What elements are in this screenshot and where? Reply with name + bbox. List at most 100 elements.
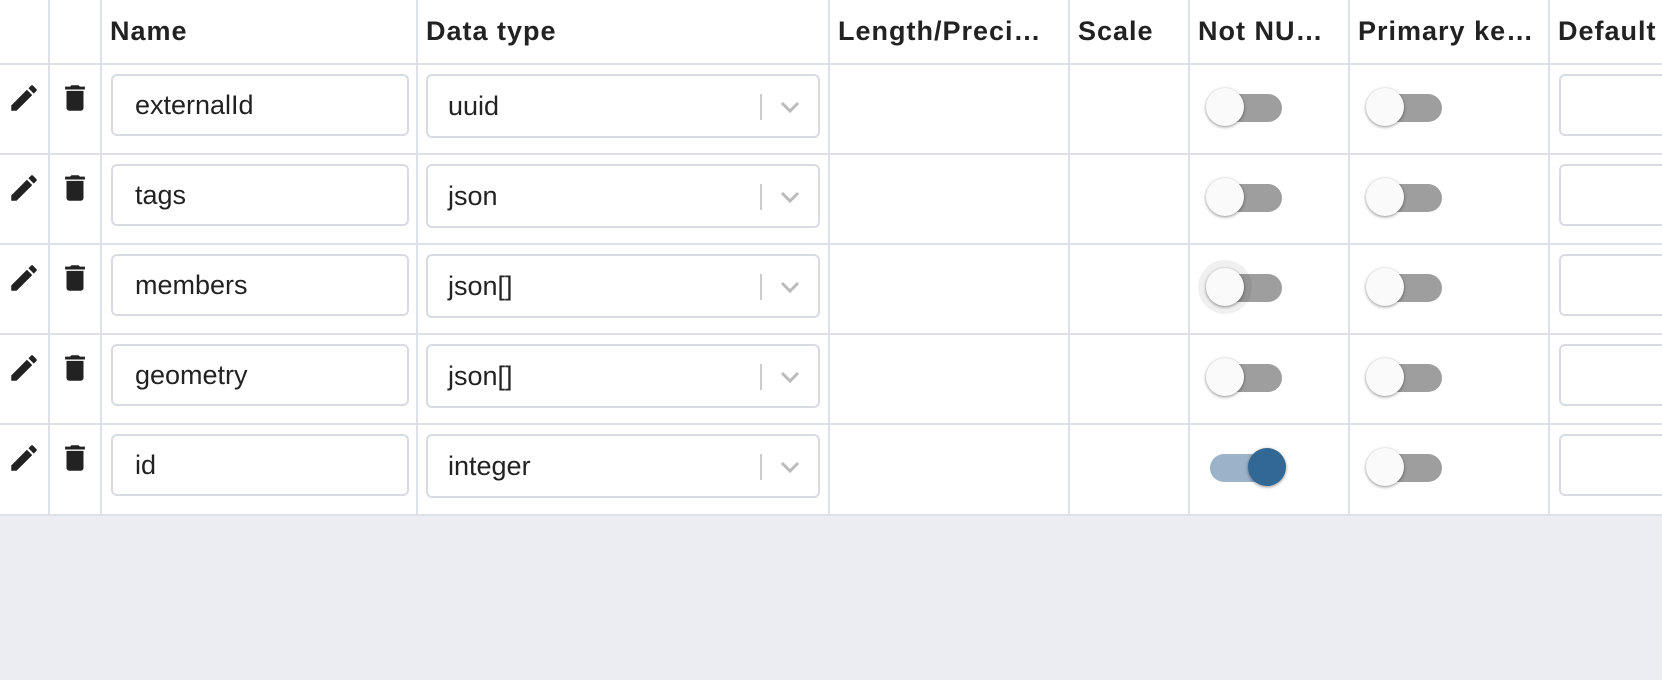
default-value-input[interactable] <box>1559 74 1662 136</box>
not-null-cell <box>1189 64 1350 155</box>
data-type-cell: json[] <box>417 334 830 425</box>
name-cell <box>101 334 418 425</box>
header-edit <box>0 0 50 65</box>
trash-icon[interactable] <box>58 351 92 385</box>
header-scale[interactable]: Scale <box>1069 0 1190 65</box>
chevron-down-icon[interactable] <box>776 456 804 478</box>
column-name-input[interactable] <box>111 74 409 136</box>
length-cell[interactable] <box>829 244 1070 335</box>
header-name[interactable]: Name <box>101 0 418 65</box>
default-value-input[interactable] <box>1559 164 1662 226</box>
scale-cell[interactable] <box>1069 64 1190 155</box>
delete-cell <box>49 334 102 425</box>
column-name-input[interactable] <box>111 434 409 496</box>
column-name-input[interactable] <box>111 164 409 226</box>
data-type-value: json <box>448 181 498 211</box>
default-value-input[interactable] <box>1559 434 1662 496</box>
header-primary-key[interactable]: Primary ke… <box>1349 0 1550 65</box>
edit-cell <box>0 154 50 245</box>
not-null-cell <box>1189 244 1350 335</box>
chevron-down-icon[interactable] <box>776 366 804 388</box>
data-type-cell: integer <box>417 424 830 514</box>
chevron-down-icon[interactable] <box>776 276 804 298</box>
edit-cell <box>0 244 50 335</box>
not-null-toggle[interactable] <box>1206 87 1286 127</box>
name-cell <box>101 424 418 514</box>
data-type-cell: uuid <box>417 64 830 155</box>
length-cell[interactable] <box>829 154 1070 245</box>
select-separator <box>760 94 762 120</box>
primary-key-cell <box>1349 64 1550 155</box>
not-null-toggle[interactable] <box>1206 447 1286 487</box>
select-separator <box>760 364 762 390</box>
data-type-select[interactable]: integer <box>426 434 820 498</box>
pencil-icon[interactable] <box>7 171 41 205</box>
name-cell <box>101 154 418 245</box>
data-type-value: json[] <box>448 361 513 391</box>
default-cell <box>1549 334 1662 425</box>
length-cell[interactable] <box>829 424 1070 514</box>
pencil-icon[interactable] <box>7 351 41 385</box>
data-type-select[interactable]: json[] <box>426 254 820 318</box>
pencil-icon[interactable] <box>7 261 41 295</box>
chevron-down-icon[interactable] <box>776 96 804 118</box>
not-null-cell <box>1189 154 1350 245</box>
primary-key-cell <box>1349 154 1550 245</box>
not-null-cell <box>1189 424 1350 514</box>
delete-cell <box>49 154 102 245</box>
scale-cell[interactable] <box>1069 424 1190 514</box>
name-cell <box>101 244 418 335</box>
length-cell[interactable] <box>829 334 1070 425</box>
primary-key-toggle[interactable] <box>1366 357 1446 397</box>
primary-key-toggle[interactable] <box>1366 177 1446 217</box>
trash-icon[interactable] <box>58 81 92 115</box>
data-type-select[interactable]: json <box>426 164 820 228</box>
header-default[interactable]: Default <box>1549 0 1662 65</box>
default-cell <box>1549 244 1662 335</box>
header-length-precision[interactable]: Length/Preci… <box>829 0 1070 65</box>
column-name-input[interactable] <box>111 344 409 406</box>
primary-key-toggle[interactable] <box>1366 87 1446 127</box>
data-type-select[interactable]: json[] <box>426 344 820 408</box>
header-row: Name Data type Length/Preci… Scale Not N… <box>0 0 1662 65</box>
columns-table: Name Data type Length/Preci… Scale Not N… <box>0 0 1662 514</box>
data-type-value: uuid <box>448 91 500 121</box>
primary-key-toggle[interactable] <box>1366 267 1446 307</box>
table-row: uuid <box>0 64 1662 155</box>
header-not-null[interactable]: Not NU… <box>1189 0 1350 65</box>
default-cell <box>1549 154 1662 245</box>
pencil-icon[interactable] <box>7 441 41 475</box>
primary-key-toggle[interactable] <box>1366 447 1446 487</box>
table-row: integer <box>0 424 1662 514</box>
default-value-input[interactable] <box>1559 254 1662 316</box>
columns-grid: Name Data type Length/Preci… Scale Not N… <box>0 0 1662 516</box>
primary-key-cell <box>1349 424 1550 514</box>
default-cell <box>1549 424 1662 514</box>
data-type-cell: json[] <box>417 244 830 335</box>
data-type-value: integer <box>448 451 531 481</box>
not-null-toggle[interactable] <box>1206 177 1286 217</box>
trash-icon[interactable] <box>58 261 92 295</box>
data-type-cell: json <box>417 154 830 245</box>
scale-cell[interactable] <box>1069 154 1190 245</box>
table-row: json <box>0 154 1662 245</box>
header-delete <box>49 0 102 65</box>
default-value-input[interactable] <box>1559 344 1662 406</box>
not-null-toggle[interactable] <box>1206 267 1286 307</box>
header-data-type[interactable]: Data type <box>417 0 830 65</box>
column-name-input[interactable] <box>111 254 409 316</box>
default-cell <box>1549 64 1662 155</box>
edit-cell <box>0 334 50 425</box>
data-type-select[interactable]: uuid <box>426 74 820 138</box>
not-null-cell <box>1189 334 1350 425</box>
scale-cell[interactable] <box>1069 334 1190 425</box>
trash-icon[interactable] <box>58 171 92 205</box>
length-cell[interactable] <box>829 64 1070 155</box>
pencil-icon[interactable] <box>7 81 41 115</box>
scale-cell[interactable] <box>1069 244 1190 335</box>
trash-icon[interactable] <box>58 441 92 475</box>
chevron-down-icon[interactable] <box>776 186 804 208</box>
edit-cell <box>0 64 50 155</box>
not-null-toggle[interactable] <box>1206 357 1286 397</box>
select-separator <box>760 184 762 210</box>
